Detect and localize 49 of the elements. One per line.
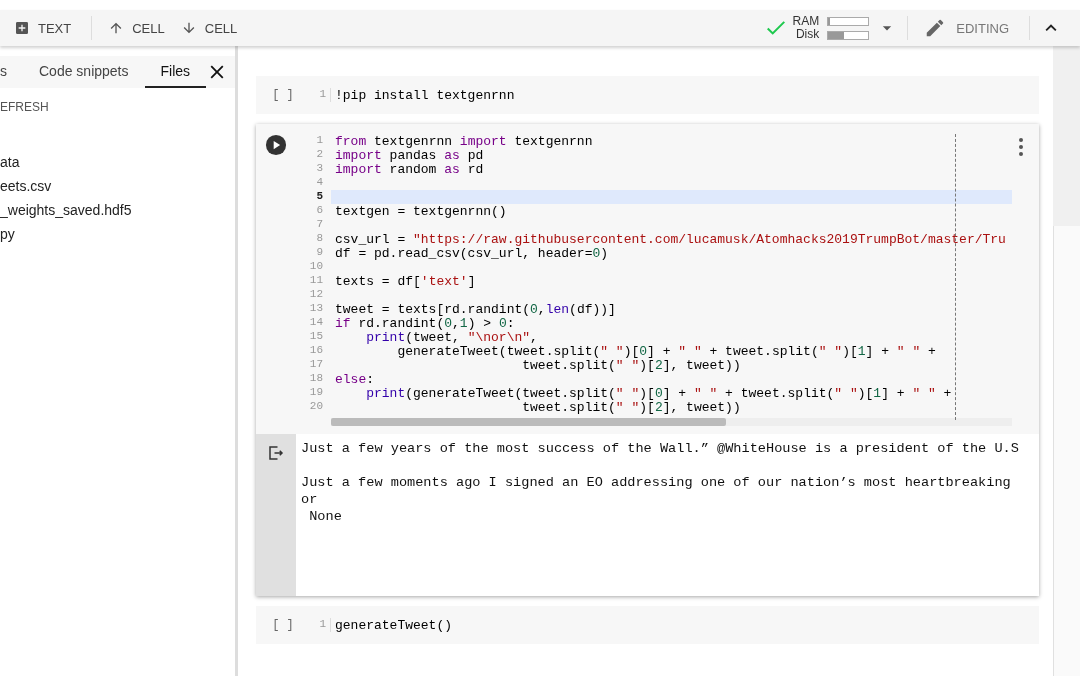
code-line: generateTweet(tweet.split(" ")[0] + " " + tweet.split(" ")[1] + " " + bbox=[396, 344, 937, 358]
code-line: import pandas as pd bbox=[334, 148, 485, 162]
toolbar-button[interactable]: CELL bbox=[174, 16, 244, 40]
code-line: print(generateTweet(tweet.split(" ")[0] + " " + tweet.split(" ")[1] + " " + bbox=[365, 386, 953, 400]
more-vert-icon bbox=[1019, 138, 1023, 156]
output-text: Just a few moments ago I signed an EO addressing one of our nation’s most heartbreaking bbox=[301, 474, 1012, 491]
disk-meter bbox=[827, 30, 870, 40]
code-line: !pip install textgenrnn bbox=[334, 88, 515, 102]
refresh-button[interactable]: EFRESH bbox=[0, 100, 49, 114]
code-line: texts = df['text'] bbox=[334, 274, 477, 288]
code-line: else: bbox=[334, 372, 376, 386]
sidebar-tab[interactable]: Files bbox=[144, 56, 207, 88]
file-item[interactable]: eets.csv bbox=[0, 174, 235, 198]
code-line: csv_url = "https://raw.githubusercontent.com/lucamusk/Atomhacks2019TrumpBot/master/Tru bbox=[334, 232, 1007, 246]
sidebar-tab[interactable]: s bbox=[0, 56, 23, 88]
play-icon[interactable] bbox=[265, 134, 287, 156]
code-line: if rd.randint(0,1) > 0: bbox=[334, 316, 516, 330]
code-line: print(tweet, "\nor\n", bbox=[365, 330, 539, 344]
code-cell[interactable]: [ ] 1 !pip install textgenrnn bbox=[256, 76, 1039, 114]
toolbar-button[interactable]: TEXT bbox=[8, 16, 78, 40]
execution-count[interactable]: [ ] bbox=[272, 618, 294, 632]
code-line: tweet.split(" ")[2], tweet)) bbox=[521, 358, 742, 372]
plus-box-icon bbox=[14, 20, 30, 36]
horizontal-scrollbar[interactable] bbox=[331, 418, 1012, 426]
code-line: import random as rd bbox=[334, 162, 485, 176]
disk-label: Disk bbox=[795, 28, 820, 41]
code-cell[interactable]: [ ] 1 generateTweet() bbox=[256, 606, 1039, 644]
ram-meter bbox=[827, 16, 870, 26]
output-text: None bbox=[308, 508, 343, 525]
output-icon bbox=[267, 444, 285, 462]
ram-label: RAM bbox=[792, 15, 820, 28]
file-item[interactable]: _weights_saved.hdf5 bbox=[0, 198, 235, 222]
code-line: tweet.split(" ")[2], tweet)) bbox=[521, 400, 742, 414]
output-text: Just a few years of the most success of the Wall.” @WhiteHouse is a president of the U.S bbox=[301, 440, 1019, 457]
scrollbar[interactable] bbox=[1053, 46, 1080, 676]
code-line: df = pd.read_csv(csv_url, header=0) bbox=[334, 246, 610, 260]
output-text: or bbox=[301, 491, 319, 508]
editing-button[interactable]: EDITING bbox=[918, 13, 1015, 43]
code-cell[interactable] bbox=[256, 124, 1039, 596]
code-line: from textgenrnn import textgenrnn bbox=[334, 134, 594, 148]
toolbar-button[interactable]: CELL bbox=[102, 16, 171, 40]
code-line: generateTweet() bbox=[334, 618, 453, 632]
file-item[interactable]: ata bbox=[0, 150, 235, 174]
file-item[interactable]: py bbox=[0, 222, 235, 246]
resources-indicator[interactable]: RAM Disk bbox=[766, 15, 870, 41]
execution-count[interactable]: [ ] bbox=[272, 88, 294, 102]
code-line: textgen = textgenrnn() bbox=[334, 204, 508, 218]
sidebar-tab[interactable]: Code snippets bbox=[23, 56, 145, 88]
code-line: tweet = texts[rd.randint(0,len(df))] bbox=[334, 302, 617, 316]
